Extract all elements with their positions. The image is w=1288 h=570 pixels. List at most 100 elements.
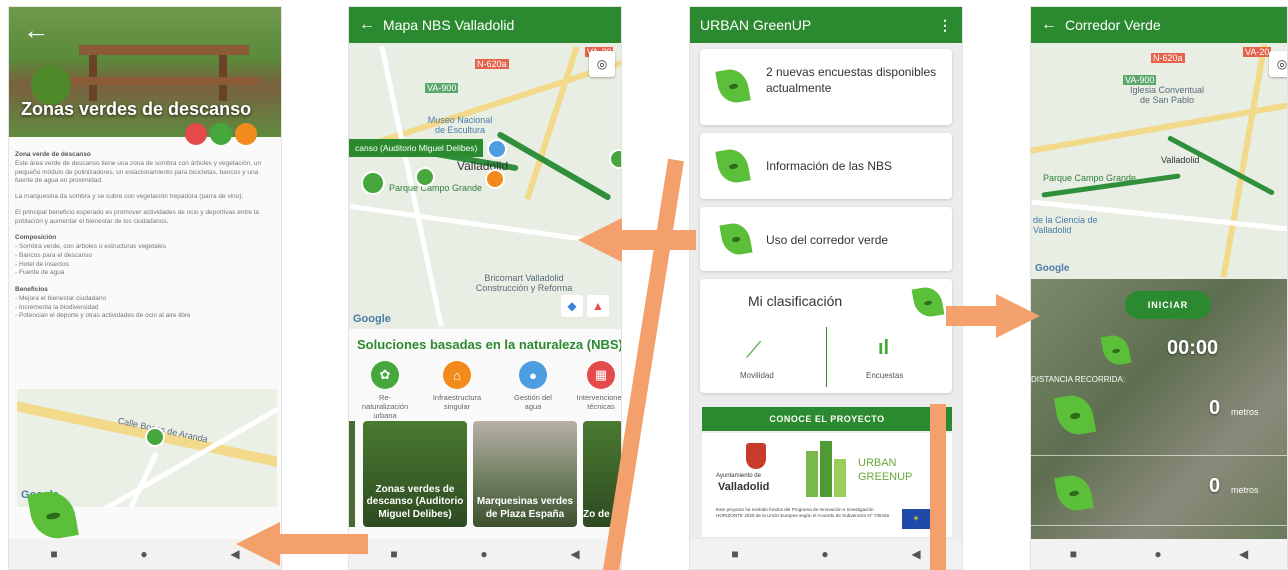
start-button[interactable]: INICIAR: [1125, 291, 1211, 319]
android-nav-bar: ■ ● ◀: [690, 539, 962, 569]
walk-value: 0: [1209, 397, 1221, 419]
green-corridor-line: [1166, 135, 1276, 196]
infrastructure-icon: [210, 123, 232, 145]
composition-item: - Hotel de insectos: [15, 260, 69, 268]
app-bar: ← Corredor Verde: [1031, 7, 1287, 43]
directions-icon[interactable]: ◆: [561, 295, 583, 317]
home-icon[interactable]: ●: [1154, 547, 1161, 561]
city-crest-icon: [746, 443, 766, 469]
category-water[interactable]: ● Gestión del agua: [505, 361, 561, 411]
nbs-info-card[interactable]: Información de las NBS: [700, 133, 952, 199]
ranking-card[interactable]: Mi clasificación ⟋ Movilidad ıl Encuesta…: [700, 279, 952, 393]
hero-title: Zonas verdes de descanso: [21, 99, 252, 119]
road-shield: VA-20: [1243, 47, 1272, 57]
flow-line-project: [930, 404, 946, 570]
composition-item: - Bancos para el descanso: [15, 251, 92, 259]
mascot-runner-icon: [1100, 332, 1132, 368]
section-title: Zona verde de descanso: [15, 151, 91, 158]
back-icon[interactable]: ◀: [911, 547, 920, 561]
recents-icon[interactable]: ■: [390, 547, 397, 561]
category-renaturalization[interactable]: ✿ Re-naturalización urbana: [357, 361, 413, 420]
city-line2: Valladolid: [718, 481, 770, 493]
google-maps-icon[interactable]: ▲: [587, 295, 609, 317]
mascot-bike-icon: [1054, 472, 1094, 514]
back-arrow-icon[interactable]: ←: [1041, 16, 1065, 34]
recents-icon[interactable]: ■: [731, 547, 738, 561]
my-location-icon[interactable]: ◎: [589, 51, 615, 77]
screen-home: URBAN GreenUP ⋮ 2 nuevas encuestas dispo…: [689, 6, 963, 570]
road-shield: VA-900: [425, 83, 459, 93]
composition-title: Composición: [15, 234, 57, 242]
android-nav-bar: ■ ● ◀: [349, 539, 621, 569]
nbs-marker-icon[interactable]: [361, 171, 385, 195]
screen-nbs-map: ← Mapa NBS Valladolid Museo Nacional de …: [348, 6, 622, 570]
location-map[interactable]: Calle Bocos de Aranda Google: [17, 389, 277, 507]
my-location-icon[interactable]: ◎: [1269, 51, 1287, 77]
map-label: Parque Campo Grande: [389, 183, 483, 193]
screen-title: Corredor Verde: [1065, 17, 1161, 33]
app-bar: ← Mapa NBS Valladolid: [349, 7, 621, 43]
app-title: URBAN GreenUP: [700, 17, 812, 33]
project-panel: Ayuntamiento de Valladolid URBAN GREENUP…: [702, 433, 952, 537]
paragraph: La marquesina da sombra y se cubre con v…: [15, 193, 244, 201]
project-button[interactable]: CONOCE EL PROYECTO: [702, 407, 952, 431]
nbs-map[interactable]: Museo Nacional de Escultura Valladolid P…: [349, 43, 621, 329]
timer: 00:00: [1167, 337, 1219, 359]
water-drop-icon: ●: [519, 361, 547, 389]
mascot-leaf-icon: [715, 66, 751, 106]
hero-image: ← Zonas verdes de descanso: [9, 7, 281, 137]
surveys-text: 2 nuevas encuestas disponibles actualmen…: [766, 65, 937, 95]
screen-title: Mapa NBS Valladolid: [383, 17, 515, 33]
home-icon[interactable]: ●: [140, 547, 147, 561]
stats-divider: [1031, 525, 1287, 526]
composition-item: - Sombra verde, con árboles o estructura…: [15, 243, 167, 251]
nbs-marker-icon[interactable]: [145, 427, 165, 447]
map-label: Museo Nacional de Escultura: [427, 115, 493, 135]
stats-divider: [1031, 455, 1287, 456]
benefit-item: - Potencian el deporte y otras actividad…: [15, 312, 191, 320]
marker-callout[interactable]: canso (Auditorio Miguel Delibes): [349, 139, 484, 157]
mobility-label: Movilidad: [740, 371, 774, 380]
renaturalization-icon: ✿: [371, 361, 399, 389]
home-icon[interactable]: ●: [480, 547, 487, 561]
android-nav-bar: ■ ● ◀: [1031, 539, 1287, 569]
map-label: Parque Campo Grande: [1043, 173, 1137, 183]
category-label: Gestión del agua: [514, 393, 552, 411]
category-label: Re-naturalización urbana: [361, 393, 409, 420]
nbs-marker-icon[interactable]: [415, 167, 435, 187]
bike-value: 0: [1209, 475, 1221, 497]
back-arrow-icon[interactable]: ←: [23, 15, 49, 46]
mascot-leaf-icon: [911, 284, 945, 320]
category-infrastructure[interactable]: ⌂ Infraestructura singular: [429, 361, 485, 411]
distance-label: DISTANCIA RECORRIDA:: [1031, 375, 1126, 384]
paragraph: El principal beneficio esperado es promo…: [15, 208, 259, 225]
ranking-divider: [826, 327, 827, 387]
recents-icon[interactable]: ■: [1070, 547, 1077, 561]
urban-greenup-logo: URBAN GREENUP: [806, 439, 946, 497]
composition-item: - Fuente de agua: [15, 269, 65, 277]
description: Zona verde de descanso Este área verde d…: [15, 151, 277, 321]
mascot-bike-icon: [719, 220, 753, 258]
nbs-tile[interactable]: Marquesinas verdes de Plaza España: [473, 421, 577, 527]
back-icon[interactable]: ◀: [570, 547, 579, 561]
nbs-marker-icon[interactable]: [609, 149, 621, 169]
benefit-item: - Incrementa la biodiversidad: [15, 303, 99, 311]
map-label: Valladolid: [1161, 155, 1200, 165]
corridor-card[interactable]: Uso del corredor verde: [700, 207, 952, 271]
recents-icon[interactable]: ■: [50, 547, 57, 561]
bike-icon: [235, 123, 257, 145]
corridor-map[interactable]: Iglesia Conventual de San Pablo Valladol…: [1031, 43, 1287, 279]
nbs-tile[interactable]: Zonas verdes de descanso (Auditorio Migu…: [363, 421, 467, 527]
urban-text: URBAN: [858, 457, 897, 469]
category-technical[interactable]: ▦ Intervenciones técnicas: [573, 361, 621, 411]
overflow-menu-icon[interactable]: ⋮: [938, 17, 952, 34]
home-icon[interactable]: ●: [821, 547, 828, 561]
map-label: de la Ciencia de Valladolid: [1033, 215, 1098, 235]
surveys-label: Encuestas: [866, 371, 904, 380]
back-arrow-icon[interactable]: ←: [359, 16, 383, 34]
back-icon[interactable]: ◀: [1239, 547, 1248, 561]
road-shield: N-620a: [1151, 53, 1185, 63]
water-marker-icon[interactable]: [487, 139, 507, 159]
surveys-card[interactable]: 2 nuevas encuestas disponibles actualmen…: [700, 49, 952, 125]
infrastructure-marker-icon[interactable]: [485, 169, 505, 189]
